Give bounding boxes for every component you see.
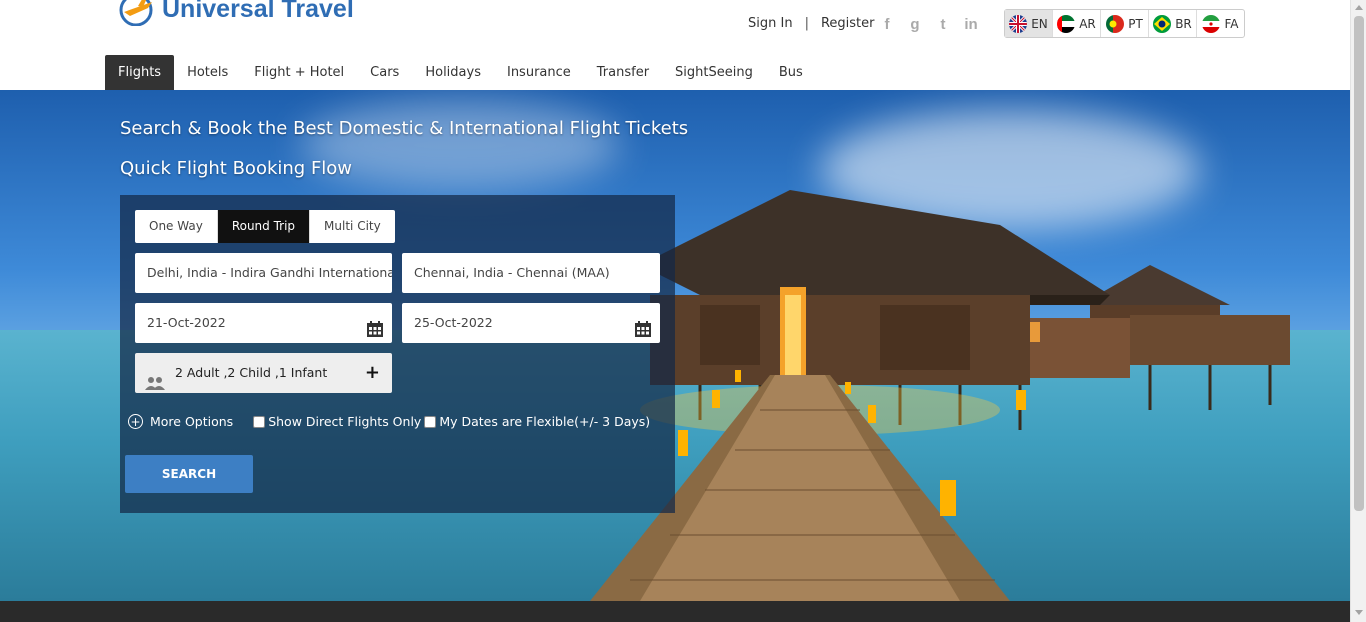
flexible-dates-option[interactable]: My Dates are Flexible(+/- 3 Days) — [424, 414, 650, 429]
footer-bar — [0, 601, 1350, 622]
passenger-selector[interactable]: 2 Adult ,2 Child ,1 Infant + — [135, 353, 392, 393]
passenger-summary: 2 Adult ,2 Child ,1 Infant — [175, 365, 328, 380]
nav-transfer[interactable]: Transfer — [584, 55, 662, 90]
language-switcher: EN AR PT BR FA — [1004, 9, 1245, 38]
page-scrollbar[interactable] — [1350, 0, 1366, 622]
return-date-input[interactable]: 25-Oct-2022 — [402, 303, 660, 343]
lang-ar[interactable]: AR — [1053, 10, 1101, 37]
nav-hotels[interactable]: Hotels — [174, 55, 241, 90]
lang-label: PT — [1128, 16, 1143, 31]
flexible-dates-label: My Dates are Flexible(+/- 3 Days) — [439, 414, 651, 429]
nav-flight-hotel[interactable]: Flight + Hotel — [241, 55, 357, 90]
trip-type-tabs: One Way Round Trip Multi City — [135, 210, 395, 243]
hero-subtitle: Quick Flight Booking Flow — [120, 158, 353, 179]
auth-separator: | — [804, 16, 809, 31]
google-icon[interactable]: g — [906, 14, 924, 34]
flexible-dates-checkbox[interactable] — [424, 415, 437, 428]
to-airport-input[interactable]: Chennai, India - Chennai (MAA) — [402, 253, 660, 293]
auth-links: Sign In | Register — [748, 16, 874, 31]
direct-flights-checkbox[interactable] — [253, 415, 266, 428]
calendar-icon[interactable] — [634, 314, 652, 337]
twitter-icon[interactable]: t — [934, 14, 952, 34]
iran-flag-icon — [1202, 14, 1221, 33]
tab-round-trip[interactable]: Round Trip — [217, 210, 311, 243]
people-icon — [145, 366, 165, 393]
lang-br[interactable]: BR — [1149, 10, 1197, 37]
hero-banner: Search & Book the Best Domestic & Intern… — [0, 90, 1350, 601]
nav-holidays[interactable]: Holidays — [412, 55, 494, 90]
uae-flag-icon — [1057, 14, 1076, 33]
brand-name: Universal Travel — [162, 0, 354, 23]
facebook-icon[interactable]: f — [878, 14, 896, 34]
lang-label: EN — [1031, 16, 1048, 31]
scroll-down-icon[interactable] — [1355, 610, 1363, 615]
lang-fa[interactable]: FA — [1197, 10, 1244, 37]
social-links: f g t in — [878, 14, 980, 34]
linkedin-icon[interactable]: in — [962, 14, 980, 34]
portugal-flag-icon — [1106, 14, 1125, 33]
plane-logo-icon — [118, 0, 158, 27]
register-link[interactable]: Register — [821, 16, 875, 31]
uk-flag-icon — [1009, 14, 1028, 33]
depart-date-value: 21-Oct-2022 — [147, 315, 226, 330]
search-button[interactable]: SEARCH — [125, 455, 253, 493]
sign-in-link[interactable]: Sign In — [748, 16, 793, 31]
nav-sightseeing[interactable]: SightSeeing — [662, 55, 766, 90]
brand-logo[interactable]: Universal Travel — [118, 0, 354, 27]
return-date-value: 25-Oct-2022 — [414, 315, 493, 330]
plus-icon[interactable]: + — [365, 353, 380, 393]
lang-en[interactable]: EN — [1005, 10, 1053, 37]
direct-flights-label: Show Direct Flights Only — [268, 414, 422, 429]
depart-date-input[interactable]: 21-Oct-2022 — [135, 303, 392, 343]
more-options-link[interactable]: More Options — [150, 414, 233, 429]
from-airport-input[interactable]: Delhi, India - Indira Gandhi Internation… — [135, 253, 392, 293]
direct-flights-option[interactable]: Show Direct Flights Only — [253, 414, 421, 429]
lang-label: FA — [1224, 16, 1239, 31]
nav-cars[interactable]: Cars — [357, 55, 412, 90]
scroll-thumb[interactable] — [1354, 16, 1364, 511]
site-header: Universal Travel Sign In | Register f g … — [0, 0, 1350, 90]
hero-title: Search & Book the Best Domestic & Intern… — [120, 118, 689, 139]
main-nav: Flights Hotels Flight + Hotel Cars Holid… — [105, 55, 816, 90]
search-options-row: + More Options Show Direct Flights Only … — [128, 414, 650, 429]
lang-label: AR — [1079, 16, 1096, 31]
nav-bus[interactable]: Bus — [766, 55, 816, 90]
scroll-up-icon[interactable] — [1355, 5, 1363, 10]
brazil-flag-icon — [1153, 14, 1172, 33]
nav-insurance[interactable]: Insurance — [494, 55, 584, 90]
flight-search-panel: One Way Round Trip Multi City Delhi, Ind… — [120, 195, 675, 513]
add-circle-icon[interactable]: + — [128, 414, 143, 429]
lang-pt[interactable]: PT — [1101, 10, 1149, 37]
lang-label: BR — [1175, 16, 1192, 31]
tab-multi-city[interactable]: Multi City — [310, 210, 395, 243]
nav-flights[interactable]: Flights — [105, 55, 175, 90]
tab-one-way[interactable]: One Way — [135, 210, 218, 243]
calendar-icon[interactable] — [366, 314, 384, 337]
